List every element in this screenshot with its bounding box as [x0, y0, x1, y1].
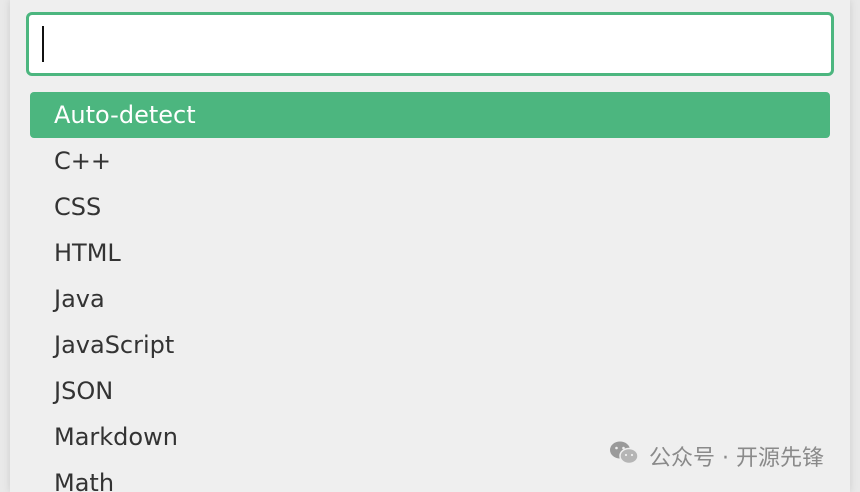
search-input[interactable] [26, 12, 834, 76]
language-option-javascript[interactable]: JavaScript [30, 322, 830, 368]
language-list: Auto-detect C++ CSS HTML Java JavaScript… [30, 92, 830, 492]
search-container [26, 12, 834, 76]
watermark-text: 公众号 · 开源先锋 [649, 446, 824, 471]
wechat-icon [609, 440, 639, 472]
watermark: 公众号 · 开源先锋 [609, 440, 824, 472]
language-option-css[interactable]: CSS [30, 184, 830, 230]
language-option-cpp[interactable]: C++ [30, 138, 830, 184]
language-option-auto-detect[interactable]: Auto-detect [30, 92, 830, 138]
language-picker-panel: Auto-detect C++ CSS HTML Java JavaScript… [10, 0, 850, 492]
language-option-json[interactable]: JSON [30, 368, 830, 414]
language-option-java[interactable]: Java [30, 276, 830, 322]
language-option-html[interactable]: HTML [30, 230, 830, 276]
text-cursor [42, 26, 44, 62]
